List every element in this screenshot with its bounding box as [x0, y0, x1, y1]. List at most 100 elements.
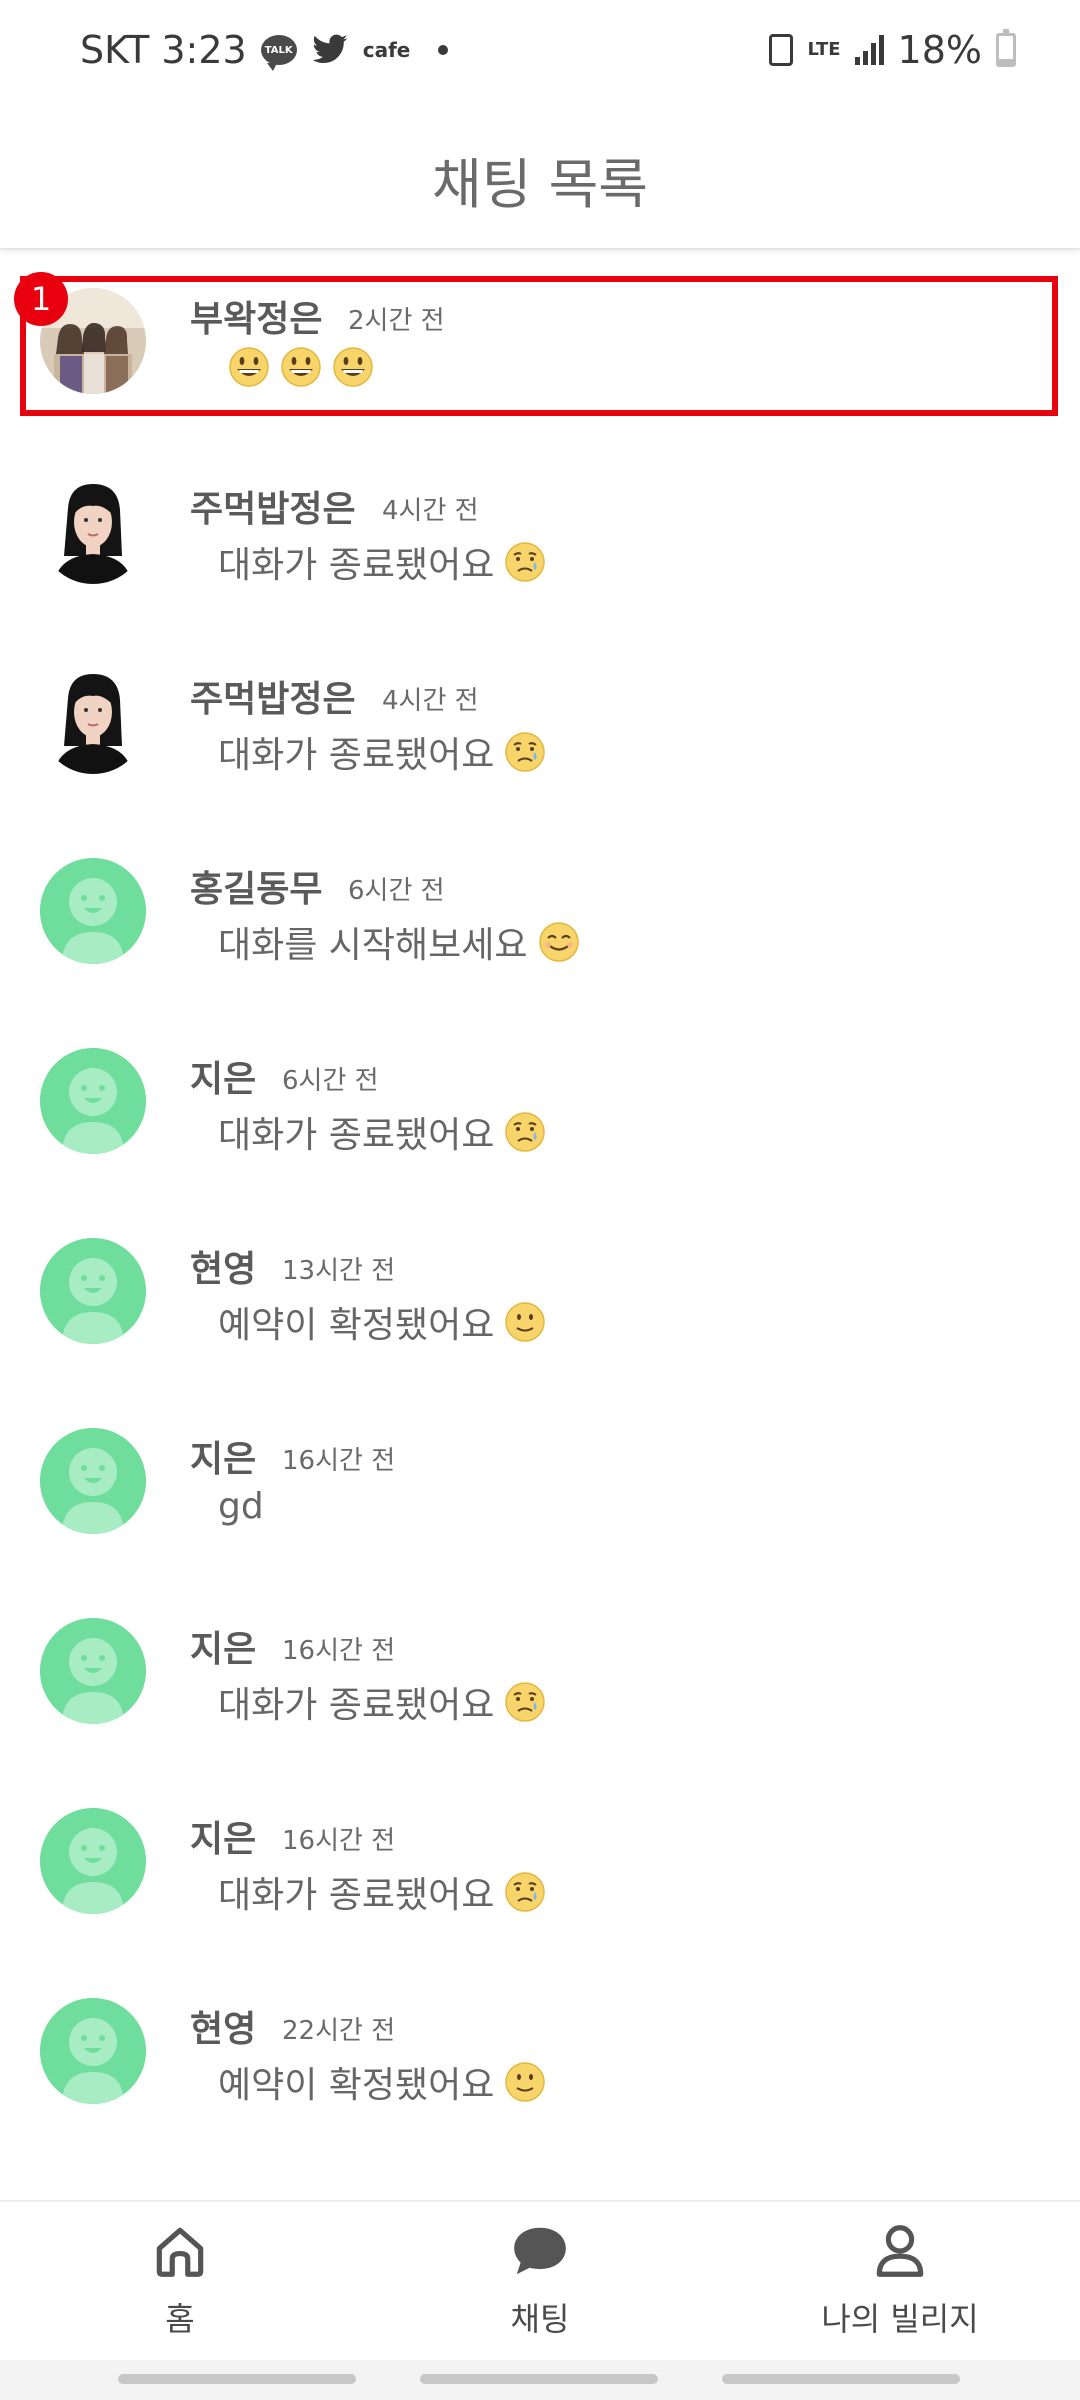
nav-home-label: 홈 — [165, 2300, 195, 2338]
system-gesture-bar — [0, 2360, 1080, 2400]
chat-contact-name: 주먹밥정은 — [190, 489, 356, 530]
chat-message-text: 대화가 종료됐어요 — [218, 545, 495, 586]
home-icon — [156, 2227, 204, 2277]
battery-icon — [996, 29, 1016, 67]
sad-emoji-icon — [505, 542, 546, 582]
selection-highlight-box — [20, 276, 1058, 416]
twitter-notification-icon — [312, 34, 348, 63]
chat-list-item[interactable]: 지은 16시간 전대화가 종료됐어요 — [0, 1772, 1080, 1962]
chat-contact-name: 현영 — [190, 1249, 257, 1290]
chat-last-message: 예약이 확정됐어요 — [218, 2056, 546, 2108]
chat-last-message: 대화가 종료됐어요 — [218, 1866, 546, 1918]
chat-list-item[interactable]: 지은 16시간 전 gd — [0, 1392, 1080, 1582]
chat-contact-name: 지은 — [190, 1819, 257, 1860]
gesture-handle[interactable] — [420, 2374, 658, 2384]
chat-message-text: 대화가 종료됐어요 — [218, 1685, 495, 1726]
default-person-icon — [40, 1048, 146, 1154]
gesture-handle[interactable] — [722, 2374, 960, 2384]
chat-message-text: 대화가 종료됐어요 — [218, 1115, 495, 1156]
app-header: 채팅 목록 — [0, 110, 1080, 250]
chat-message-text: gd — [218, 1486, 264, 1527]
chat-timestamp: 6시간 전 — [348, 876, 445, 906]
chat-last-message: 대화가 종료됐어요 — [218, 1106, 546, 1158]
chat-list[interactable]: 부왁정은 2시간 전 1 주먹밥정은 4시간 전 대화가 종료됐어요 주먹밥정은 4시간 전대… — [0, 252, 1080, 2200]
chat-list-item[interactable]: 현영 13시간 전예약이 확정됐어요 — [0, 1202, 1080, 1392]
default-person-icon — [40, 1428, 146, 1534]
chat-timestamp: 4시간 전 — [382, 496, 479, 526]
nav-chat-label: 채팅 — [510, 2300, 570, 2338]
chat-list-item[interactable]: 주먹밥정은 4시간 전대화가 종료됐어요 — [0, 632, 1080, 822]
lte-icon: LTE — [807, 39, 841, 60]
nav-my-village-label: 나의 빌리지 — [821, 2300, 979, 2338]
default-person-icon — [40, 1998, 146, 2104]
chat-list-item[interactable]: 지은 6시간 전대화가 종료됐어요 — [0, 1012, 1080, 1202]
talk-label: TALK — [264, 44, 293, 56]
chat-list-item[interactable]: 부왁정은 2시간 전1 — [0, 252, 1080, 442]
chat-message-text: 대화가 종료됐어요 — [218, 1875, 495, 1916]
sad-emoji-icon — [505, 1872, 546, 1912]
default-avatar — [40, 1618, 146, 1724]
chat-message-text: 예약이 확정됐어요 — [218, 2065, 495, 2106]
chat-bubble-icon — [514, 2227, 566, 2275]
person-icon — [876, 2225, 924, 2277]
chat-contact-name: 지은 — [190, 1629, 257, 1670]
chat-timestamp: 6시간 전 — [282, 1066, 379, 1096]
chat-contact-name: 지은 — [190, 1439, 257, 1480]
chat-last-message: 대화를 시작해보세요 — [218, 916, 580, 968]
chat-timestamp: 16시간 전 — [282, 1446, 396, 1476]
nav-home-button[interactable]: 홈 — [30, 2220, 330, 2340]
chat-timestamp: 16시간 전 — [282, 1826, 396, 1856]
status-left: SKT 3:23 TALK cafe — [80, 28, 449, 72]
slight-smile-emoji-icon — [505, 2062, 546, 2102]
page-title: 채팅 목록 — [432, 153, 648, 216]
default-person-icon — [40, 1618, 146, 1724]
carrier-time: SKT 3:23 — [80, 28, 247, 72]
default-avatar — [40, 1428, 146, 1534]
chat-timestamp: 22시간 전 — [282, 2016, 396, 2046]
battery-percentage: 18% — [897, 28, 982, 72]
nav-my-village-button[interactable]: 나의 빌리지 — [750, 2220, 1050, 2340]
profile-photo-avatar — [40, 668, 146, 774]
chat-contact-name: 주먹밥정은 — [190, 679, 356, 720]
cafe-notification-label: cafe — [362, 38, 411, 62]
gesture-handle[interactable] — [118, 2374, 356, 2384]
chat-list-item[interactable]: 주먹밥정은 4시간 전대화가 종료됐어요 — [0, 442, 1080, 632]
sad-emoji-icon — [505, 1682, 546, 1722]
default-avatar — [40, 1808, 146, 1914]
kakaotalk-notification-icon: TALK — [260, 35, 297, 71]
more-notifications-dot — [438, 45, 449, 55]
chat-message-text: 예약이 확정됐어요 — [218, 1305, 495, 1346]
status-right: LTE 18% — [769, 28, 1016, 72]
unread-count-badge: 1 — [14, 272, 68, 326]
default-avatar — [40, 858, 146, 964]
profile-photo-avatar — [40, 478, 146, 584]
sad-emoji-icon — [505, 732, 546, 772]
chat-last-message: 대화가 종료됐어요 — [218, 726, 546, 778]
slight-smile-emoji-icon — [505, 1302, 546, 1342]
chat-list-item[interactable]: 홍길동무 6시간 전대화를 시작해보세요 — [0, 822, 1080, 1012]
nav-chat-button[interactable]: 채팅 — [390, 2220, 690, 2340]
chat-list-item[interactable]: 지은 16시간 전대화가 종료됐어요 — [0, 1582, 1080, 1772]
chat-message-text: 대화를 시작해보세요 — [218, 925, 528, 966]
chat-last-message: gd — [218, 1486, 264, 1527]
chat-contact-name: 지은 — [190, 1059, 257, 1100]
default-person-icon — [40, 1808, 146, 1914]
default-avatar — [40, 1048, 146, 1154]
chat-timestamp: 16시간 전 — [282, 1636, 396, 1666]
status-bar: SKT 3:23 TALK cafe LTE 18% — [0, 0, 1080, 110]
sad-emoji-icon — [505, 1112, 546, 1152]
bottom-navigation: 홈 채팅 나의 빌리지 — [0, 2200, 1080, 2360]
battery-fill — [999, 58, 1013, 64]
chat-message-text: 대화가 종료됐어요 — [218, 735, 495, 776]
chat-timestamp: 13시간 전 — [282, 1256, 396, 1286]
default-avatar — [40, 1998, 146, 2104]
chat-list-item[interactable]: 현영 22시간 전예약이 확정됐어요 — [0, 1962, 1080, 2152]
chat-timestamp: 4시간 전 — [382, 686, 479, 716]
chat-last-message: 대화가 종료됐어요 — [218, 536, 546, 588]
chat-contact-name: 홍길동무 — [190, 869, 323, 910]
chat-last-message: 예약이 확정됐어요 — [218, 1296, 546, 1348]
battery-saver-icon — [769, 34, 794, 66]
default-avatar — [40, 1238, 146, 1344]
smile-emoji-icon — [538, 922, 579, 962]
chat-contact-name: 현영 — [190, 2009, 257, 2050]
